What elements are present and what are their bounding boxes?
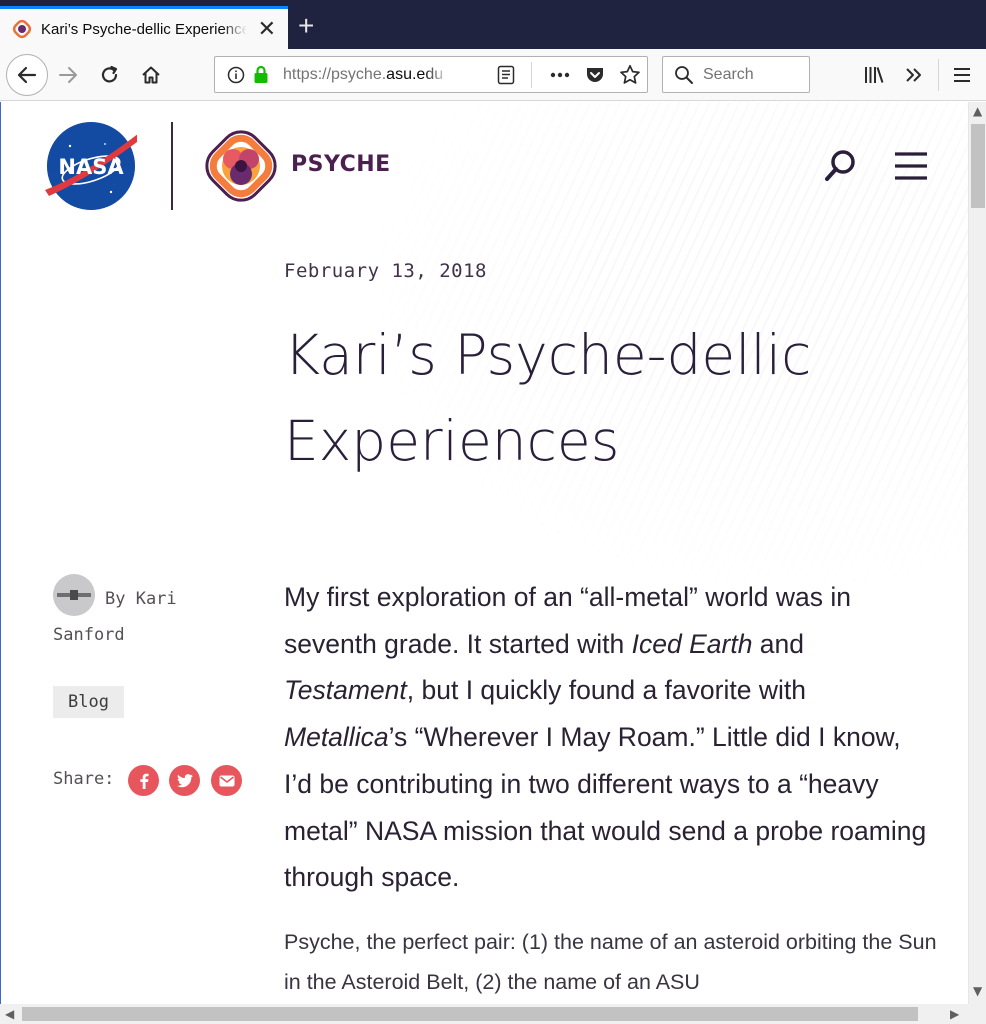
browser-nav-bar: https://psyche.asu.edu Search	[0, 49, 986, 101]
email-icon	[219, 775, 234, 786]
secure-lock-icon	[254, 65, 268, 83]
body-paragraph: Psyche, the perfect pair: (1) the name o…	[284, 930, 937, 994]
twitter-icon	[176, 773, 193, 787]
pocket-icon[interactable]	[585, 66, 605, 84]
horizontal-scroll-thumb[interactable]	[22, 1007, 918, 1021]
reload-button[interactable]	[96, 61, 124, 89]
vertical-scroll-thumb[interactable]	[971, 124, 985, 208]
search-input[interactable]: Search	[703, 66, 754, 84]
psyche-logo[interactable]	[197, 122, 287, 210]
reload-icon	[101, 65, 118, 83]
forward-arrow-icon	[59, 67, 77, 83]
author-byline[interactable]: By Kari Sanford	[53, 581, 203, 653]
site-menu-icon[interactable]	[893, 150, 929, 182]
overflow-button[interactable]	[900, 61, 928, 89]
info-icon[interactable]	[227, 66, 245, 84]
scroll-down-icon[interactable]: ▼	[973, 984, 982, 998]
psyche-brand-text: PSYCHE	[291, 152, 391, 177]
urlbar-divider	[531, 62, 532, 88]
horizontal-scrollbar[interactable]: ◀ ▶	[0, 1004, 986, 1024]
facebook-icon	[139, 773, 148, 789]
back-button[interactable]	[6, 54, 48, 96]
new-tab-icon[interactable]: +	[298, 12, 314, 40]
search-icon	[675, 66, 693, 84]
tab-title: Kari’s Psyche-dellic Experiences	[41, 20, 247, 38]
toolbar-divider	[938, 59, 939, 91]
back-arrow-icon	[17, 66, 37, 84]
category-tag[interactable]: Blog	[53, 686, 124, 718]
post-date: February 13, 2018	[284, 260, 487, 282]
scroll-left-icon[interactable]: ◀	[5, 1007, 14, 1021]
bookmark-star-icon[interactable]	[619, 64, 641, 85]
library-icon	[865, 67, 884, 83]
share-email-button[interactable]	[211, 765, 242, 796]
scroll-up-icon[interactable]: ▲	[973, 104, 982, 118]
library-button[interactable]	[860, 61, 888, 89]
share-facebook-button[interactable]	[128, 765, 159, 796]
logo-divider	[171, 122, 173, 210]
reader-view-icon[interactable]	[497, 65, 515, 85]
chevron-double-right-icon	[906, 68, 921, 82]
search-bar[interactable]: Search	[662, 56, 810, 93]
url-text[interactable]: https://psyche.asu.edu	[283, 66, 449, 84]
app-menu-button[interactable]	[948, 61, 976, 89]
page-title: Kari’s Psyche-dellic Experiences	[284, 323, 812, 473]
hamburger-menu-icon	[954, 68, 970, 82]
psyche-favicon-icon	[12, 19, 32, 39]
share-twitter-button[interactable]	[169, 765, 200, 796]
home-button[interactable]	[137, 61, 165, 89]
browser-tab-active[interactable]: Kari’s Psyche-dellic Experiences ✕	[0, 6, 288, 49]
forward-button[interactable]	[54, 61, 82, 89]
url-bar[interactable]: https://psyche.asu.edu	[214, 56, 648, 93]
tab-close-icon[interactable]: ✕	[258, 15, 276, 43]
web-page: NASA PSYCHE February 13, 2018 Kari’s Psy…	[0, 102, 968, 1004]
lead-paragraph: My first exploration of an “all-metal” w…	[284, 582, 927, 893]
share-label: Share:	[53, 769, 115, 789]
nasa-logo[interactable]: NASA	[45, 120, 137, 212]
scroll-right-icon[interactable]: ▶	[950, 1007, 959, 1021]
site-search-icon[interactable]	[823, 148, 859, 184]
vertical-scrollbar[interactable]: ▲ ▼	[968, 102, 986, 1004]
home-icon	[142, 66, 160, 84]
browser-tab-bar: Kari’s Psyche-dellic Experiences ✕ +	[0, 0, 986, 49]
page-actions-icon[interactable]	[549, 71, 571, 79]
nasa-logo-text: NASA	[58, 155, 124, 179]
